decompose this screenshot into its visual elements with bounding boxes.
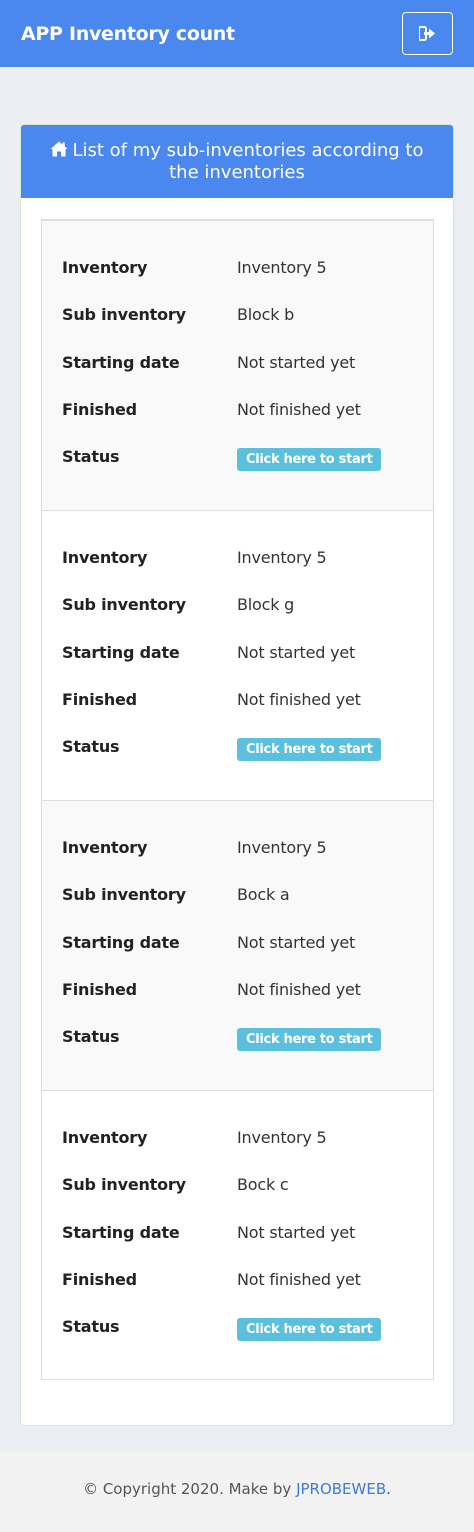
sub-inventory-value: Bock c: [237, 1175, 289, 1195]
status-row: Status Click here to start: [62, 1013, 433, 1060]
app-title: APP Inventory count: [21, 22, 235, 45]
start-button[interactable]: Click here to start: [237, 1318, 382, 1342]
copyright-text: © Copyright 2020. Make by: [83, 1480, 297, 1498]
start-button[interactable]: Click here to start: [237, 448, 382, 472]
sub-inventory-value: Bock a: [237, 885, 290, 905]
sub-inventories-card: List of my sub-inventories according to …: [20, 124, 454, 1426]
starting-date-row: Starting date Not started yet: [62, 1209, 433, 1256]
finished-value: Not finished yet: [237, 400, 361, 420]
sub-inventory-list: Inventory Inventory 5 Sub inventory Bloc…: [41, 219, 434, 1380]
list-item: Inventory Inventory 5 Sub inventory Bloc…: [42, 221, 433, 511]
status-row: Status Click here to start: [62, 723, 433, 770]
footer: © Copyright 2020. Make by JPROBEWEB.: [0, 1452, 474, 1532]
starting-date-value: Not started yet: [237, 932, 356, 952]
inventory-value: Inventory 5: [237, 258, 327, 278]
finished-row: Finished Not finished yet: [62, 386, 433, 433]
finished-row: Finished Not finished yet: [62, 1256, 433, 1303]
status-row: Status Click here to start: [62, 1303, 433, 1350]
sub-inventory-row: Sub inventory Block b: [62, 291, 433, 338]
inventory-label: Inventory: [62, 1128, 148, 1148]
starting-date-row: Starting date Not started yet: [62, 919, 433, 966]
finished-row: Finished Not finished yet: [62, 676, 433, 723]
inventory-row: Inventory Inventory 5: [62, 244, 433, 291]
list-item: Inventory Inventory 5 Sub inventory Bock…: [42, 1091, 433, 1381]
start-button[interactable]: Click here to start: [237, 738, 382, 762]
finished-label: Finished: [62, 980, 137, 1000]
starting-date-row: Starting date Not started yet: [62, 339, 433, 386]
sub-inventory-label: Sub inventory: [62, 595, 186, 615]
sub-inventory-value: Block g: [237, 595, 295, 615]
starting-date-value: Not started yet: [237, 1222, 356, 1242]
finished-value: Not finished yet: [237, 980, 361, 1000]
finished-row: Finished Not finished yet: [62, 966, 433, 1013]
card-header: List of my sub-inventories according to …: [21, 125, 453, 198]
starting-date-label: Starting date: [62, 932, 180, 952]
inventory-label: Inventory: [62, 258, 148, 278]
finished-label: Finished: [62, 400, 137, 420]
sub-inventory-label: Sub inventory: [62, 305, 186, 325]
status-label: Status: [62, 737, 120, 757]
status-label: Status: [62, 1317, 120, 1337]
finished-value: Not finished yet: [237, 1270, 361, 1290]
sub-inventory-row: Sub inventory Bock a: [62, 871, 433, 918]
starting-date-label: Starting date: [62, 1222, 180, 1242]
inventory-label: Inventory: [62, 838, 148, 858]
starting-date-value: Not started yet: [237, 352, 356, 372]
inventory-row: Inventory Inventory 5: [62, 824, 433, 871]
inventory-label: Inventory: [62, 548, 148, 568]
starting-date-label: Starting date: [62, 642, 180, 662]
finished-label: Finished: [62, 690, 137, 710]
list-item: Inventory Inventory 5 Sub inventory Bock…: [42, 801, 433, 1091]
sub-inventory-row: Sub inventory Bock c: [62, 1161, 433, 1208]
starting-date-row: Starting date Not started yet: [62, 629, 433, 676]
starting-date-label: Starting date: [62, 352, 180, 372]
inventory-value: Inventory 5: [237, 548, 327, 568]
status-label: Status: [62, 447, 120, 467]
home-icon: [50, 141, 68, 157]
card-title: List of my sub-inventories according to …: [72, 140, 424, 183]
sub-inventory-label: Sub inventory: [62, 885, 186, 905]
sub-inventory-value: Block b: [237, 305, 295, 325]
finished-value: Not finished yet: [237, 690, 361, 710]
finished-label: Finished: [62, 1270, 137, 1290]
copyright-suffix: .: [386, 1480, 391, 1498]
author-link[interactable]: JPROBEWEB: [296, 1480, 386, 1498]
list-item: Inventory Inventory 5 Sub inventory Bloc…: [42, 511, 433, 801]
sub-inventory-row: Sub inventory Block g: [62, 581, 433, 628]
inventory-value: Inventory 5: [237, 838, 327, 858]
starting-date-value: Not started yet: [237, 642, 356, 662]
inventory-value: Inventory 5: [237, 1128, 327, 1148]
logout-button[interactable]: [402, 12, 453, 55]
inventory-row: Inventory Inventory 5: [62, 1114, 433, 1161]
start-button[interactable]: Click here to start: [237, 1028, 382, 1052]
status-label: Status: [62, 1027, 120, 1047]
sub-inventory-label: Sub inventory: [62, 1175, 186, 1195]
status-row: Status Click here to start: [62, 433, 433, 480]
sign-out-icon: [419, 26, 435, 41]
top-navbar: APP Inventory count: [0, 0, 474, 67]
inventory-row: Inventory Inventory 5: [62, 534, 433, 581]
